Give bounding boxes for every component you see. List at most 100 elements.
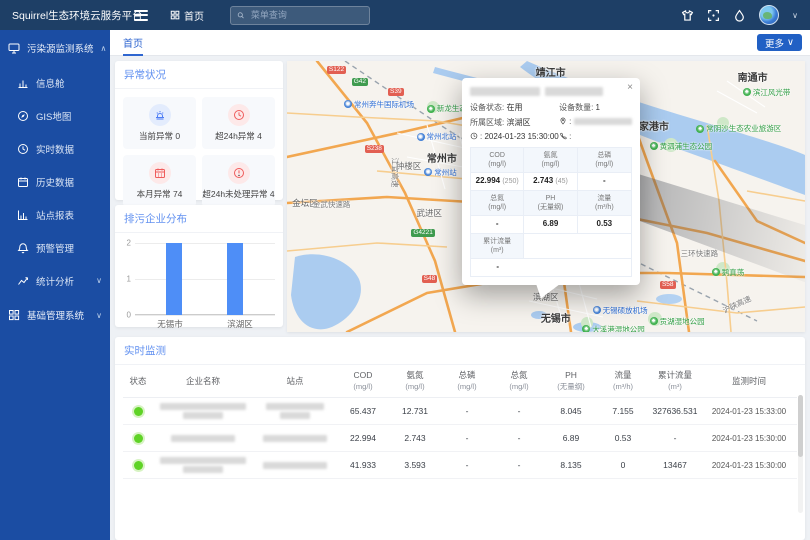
metric-value: - [578, 173, 631, 191]
x-tick-label: 无锡市 [135, 318, 205, 330]
metric-cell: - [493, 406, 545, 417]
status-card-3[interactable]: 超24h未处理异常 4 [202, 155, 275, 207]
table-row-2[interactable]: 41.9333.593--8.1350134672024-01-23 15:30… [123, 452, 797, 479]
metric-empty [524, 234, 631, 259]
calendar-icon [17, 176, 29, 188]
metric-value: 22.994 (250) [471, 173, 524, 191]
menu-search[interactable] [230, 6, 370, 25]
status-card-2[interactable]: 本月异常 74 [123, 155, 196, 207]
region: 所属区域: 滨湖区 [470, 117, 559, 128]
sidebar-item-1[interactable]: 信息舱 [0, 66, 110, 99]
topbar-actions: ∨ [681, 5, 810, 25]
metric-header: 流量(m³/h) [578, 191, 631, 216]
column-header: PH(无量纲) [545, 370, 597, 392]
theme-shirt-icon[interactable] [681, 9, 694, 22]
road-badge: S39 [388, 88, 404, 96]
map-label-text: 大溪港湿地公园 [592, 324, 645, 332]
map-label-road: 江宜高速 [390, 157, 401, 187]
redacted-text [263, 435, 327, 442]
redacted-text [183, 412, 223, 419]
x-tick-label: 滨湖区 [205, 318, 275, 330]
company-name-redacted [153, 435, 253, 442]
metric-cell: 8.045 [545, 406, 597, 417]
sidebar-item-5[interactable]: 站点报表 [0, 198, 110, 231]
sidebar-item-2[interactable]: GIS地图 [0, 99, 110, 132]
map-label-text: 黄泗浦生态公园 [660, 141, 713, 152]
breadcrumb[interactable]: 首页 [170, 8, 204, 23]
avatar[interactable] [759, 5, 779, 25]
metric-value: - [471, 216, 524, 234]
map-label-city: 南通市 [738, 69, 768, 84]
metric-cell: 13467 [649, 460, 701, 471]
status-cell [123, 461, 153, 470]
y-tick-label: 1 [127, 275, 131, 284]
app-window: Squirrel生态环境云服务平台 首页 ∨ 污染源监测系统∧信息舱GIS地图实… [0, 0, 810, 540]
table-scrollbar[interactable] [798, 395, 803, 513]
popup-title-redacted [470, 87, 622, 96]
transit-icon: ◉ [344, 100, 352, 108]
map-label-text: 常州站 [434, 167, 457, 178]
sidebar-item-0[interactable]: 污染源监测系统∧ [0, 30, 110, 66]
road-badge: S48 [422, 275, 438, 283]
chevron-down-icon[interactable]: ∨ [792, 11, 798, 20]
monitor-table: 状态企业名称站点COD(mg/l)氨氮(mg/l)总磷(mg/l)总氮(mg/l… [123, 365, 797, 479]
device-count: 设备数量: 1 [559, 102, 632, 113]
map-label-city: 无锡市 [541, 310, 571, 325]
sidebar-item-label: 预警管理 [36, 241, 74, 255]
search-input[interactable] [249, 9, 363, 21]
x-axis-line [135, 314, 275, 315]
close-icon[interactable]: × [627, 82, 633, 93]
water-drop-icon[interactable] [733, 9, 746, 22]
sidebar-item-3[interactable]: 实时数据 [0, 132, 110, 165]
alert-icon [17, 242, 29, 254]
metric-cell: - [649, 433, 701, 444]
station-name-redacted [253, 403, 337, 419]
metric-value: 0.53 [578, 216, 631, 234]
metric-cell: 0.53 [597, 433, 649, 444]
phone-icon [559, 132, 567, 140]
table-row-0[interactable]: 65.43712.731--8.0457.155327636.5312024-0… [123, 398, 797, 425]
metric-cell: 0 [597, 460, 649, 471]
metric-cell: 327636.531 [649, 406, 701, 417]
monitor-icon [8, 42, 20, 54]
sidebar-item-label: 站点报表 [36, 208, 74, 222]
map-label-transport: ◉无锡硕放机场 [593, 305, 648, 316]
status-card-0[interactable]: 当前异常 0 [123, 97, 196, 149]
metric-cell: 2.743 [389, 433, 441, 444]
scrollbar-thumb[interactable] [798, 395, 803, 457]
bar-无锡市 [166, 243, 182, 315]
device-status: 设备状态: 在用 [470, 102, 559, 113]
y-tick-label: 2 [127, 239, 131, 248]
address-redacted: : [559, 117, 632, 128]
metric-cell: 6.89 [545, 433, 597, 444]
column-header: 企业名称 [153, 376, 253, 387]
map-panel[interactable]: 靖江市南通市张家港市常州市钟楼区金坛区武进区滨湖区无锡市◉常州奔牛国际机场◉常州… [287, 61, 805, 332]
clock-icon [470, 132, 478, 140]
metric-header: PH(无量纲) [524, 191, 577, 216]
hamburger-icon[interactable] [134, 7, 148, 23]
map-label-road: 金武快速路 [313, 199, 351, 210]
tab-home[interactable]: 首页 [123, 35, 143, 56]
map-label-text: 常州奔牛国际机场 [354, 99, 414, 110]
sidebar-item-6[interactable]: 预警管理 [0, 231, 110, 264]
sidebar-item-label: 统计分析 [36, 274, 74, 288]
sidebar-item-8[interactable]: 基础管理系统∨ [0, 297, 110, 333]
panel-title: 异常状况 [115, 61, 283, 89]
sidebar-item-4[interactable]: 历史数据 [0, 165, 110, 198]
status-online-dot [134, 461, 143, 470]
metric-cell: 3.593 [389, 460, 441, 471]
map-label-text: 鹅真荡 [722, 267, 745, 278]
sidebar-item-label: 历史数据 [36, 175, 74, 189]
clock-alert-icon [228, 104, 250, 126]
map-label-city: 靖江市 [536, 64, 566, 79]
more-button[interactable]: 更多 ∨ [757, 34, 802, 51]
column-header: 状态 [123, 376, 153, 387]
status-card-1[interactable]: 超24h异常 4 [202, 97, 275, 149]
fullscreen-icon[interactable] [707, 9, 720, 22]
popup-info: 设备状态: 在用 设备数量: 1 所属区域: 滨湖区 : : 2024-01-2… [470, 102, 632, 141]
table-row-1[interactable]: 22.9942.743--6.890.53-2024-01-23 15:30:0… [123, 425, 797, 452]
dashboard-icon [17, 77, 29, 89]
monitor-time-cell: 2024-01-23 15:33:00 [701, 406, 797, 417]
sidebar-item-7[interactable]: 统计分析∨ [0, 264, 110, 297]
breadcrumb-label: 首页 [184, 8, 204, 23]
